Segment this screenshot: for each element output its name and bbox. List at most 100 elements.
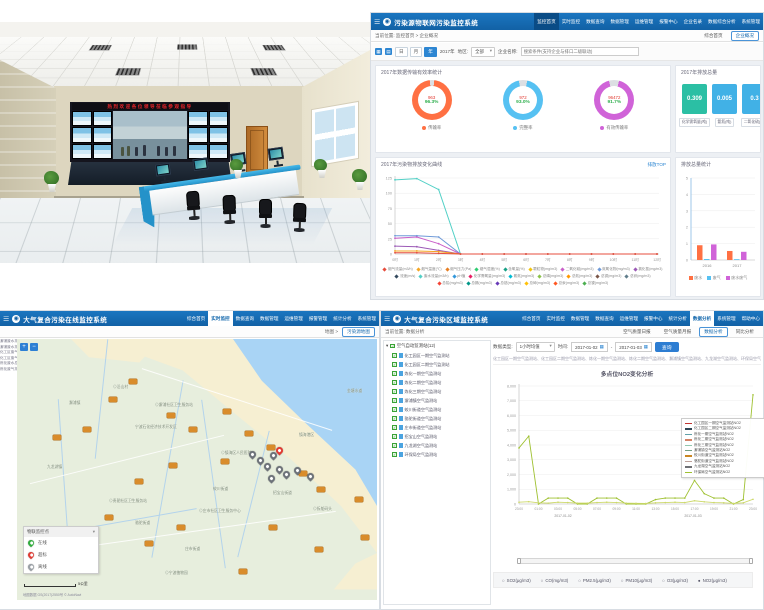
legend-item[interactable]: 废水流量(m3/h) (419, 274, 448, 279)
tree-item[interactable]: ✓九龙湖空气监测站 (384, 441, 490, 450)
tree-item[interactable]: ✓庄市街道空气监测站 (384, 423, 490, 432)
legend-item[interactable]: 二氧化硫(mg/m3) (561, 267, 593, 272)
tree-caret-icon[interactable]: ▾ (386, 343, 388, 349)
hamburger-icon[interactable]: ☰ (371, 18, 383, 26)
menu-item-运维管理[interactable]: 运维管理 (617, 311, 641, 326)
legend-item[interactable]: pH值 (453, 274, 466, 279)
report-tab-同比分析[interactable]: 同比分析 (731, 327, 759, 337)
legend-item[interactable]: 总汞(mg/m3) (554, 281, 579, 286)
radio-SO2(μg/m3)[interactable]: ○SO2(μg/m3) (502, 578, 531, 583)
menu-item-综合首页[interactable]: 综合首页 (519, 311, 543, 326)
menu-item-报警中心[interactable]: 报警中心 (656, 13, 680, 30)
legend-item[interactable]: 烟气温度(℃) (417, 267, 442, 272)
legend-item[interactable]: 废气 (707, 275, 721, 281)
legend-item[interactable]: 总镉(mg/m3) (467, 281, 492, 286)
slider-handle-left[interactable] (517, 558, 521, 564)
year-value[interactable]: 2017年 (440, 49, 455, 55)
layer-item-在线[interactable]: 在线 (24, 537, 98, 549)
period-button-月[interactable]: 月 (410, 47, 423, 57)
checkbox-checked-icon[interactable]: ✓ (392, 452, 397, 457)
radio-circle-icon[interactable]: ○ (578, 578, 581, 583)
legend-station-item[interactable]: 环保局空气监测站NO2 (685, 470, 764, 475)
zoom-out-button[interactable]: − (30, 343, 38, 351)
menu-item-数据分析[interactable]: 数据分析 (690, 311, 714, 326)
calendar-view-icon[interactable]: ▤ (385, 48, 392, 55)
radio-PM10(μg/m3)[interactable]: ○PM10(μg/m3) (621, 578, 652, 583)
calendar-icon[interactable]: ▦ (644, 344, 648, 350)
radio-circle-icon[interactable]: ○ (502, 578, 505, 583)
menu-item-帮助中心[interactable]: 帮助中心 (739, 311, 763, 326)
menu-item-系统管理[interactable]: 系统管理 (355, 311, 379, 326)
menu-item-报警管理[interactable]: 报警管理 (306, 311, 330, 326)
menu-item-数据管理[interactable]: 数据管理 (607, 13, 631, 30)
collapse-caret-icon[interactable]: ▾ (93, 529, 95, 535)
tree-item[interactable]: ✓炼化一期空气监测站 (384, 369, 490, 378)
legend-item[interactable]: 总磷(mg/m3) (538, 274, 563, 279)
legend-item[interactable]: 含氧量(%) (504, 267, 525, 272)
checkbox-checked-icon[interactable]: ✓ (392, 389, 397, 394)
hamburger-icon[interactable]: ☰ (381, 315, 393, 323)
top-rank-link[interactable]: 排放TOP (647, 162, 666, 168)
menu-item-统计分析[interactable]: 统计分析 (330, 311, 354, 326)
report-tab-空气质量日报[interactable]: 空气质量日报 (618, 327, 656, 337)
menu-item-系统管理[interactable]: 系统管理 (739, 13, 763, 30)
legend-item[interactable]: 总镍(mg/m3) (583, 281, 608, 286)
menu-item-数据管理[interactable]: 数据管理 (257, 311, 281, 326)
checkbox-checked-icon[interactable]: ✓ (390, 344, 395, 349)
checkbox-checked-icon[interactable]: ✓ (392, 434, 397, 439)
legend-item[interactable]: 总砷(mg/m3) (525, 281, 550, 286)
tree-item[interactable]: ✓环保局空气监测站 (384, 450, 490, 459)
zoom-in-button[interactable]: + (20, 343, 28, 351)
menu-item-监控首页[interactable]: 监控首页 (534, 13, 558, 30)
report-tab-空气质量月报[interactable]: 空气质量月报 (659, 327, 697, 337)
menu-item-统计分析[interactable]: 统计分析 (665, 311, 689, 326)
legend-item[interactable]: 化学需氧量(mg/m3) (469, 274, 505, 279)
menu-item-综合首页[interactable]: 综合首页 (184, 311, 208, 326)
tree-item[interactable]: ✓化工园区二期空气监测站 (384, 360, 490, 369)
menu-item-实时监控[interactable]: 实时监控 (543, 311, 567, 326)
stat-card-label[interactable]: 二氧化硫(吨) (741, 118, 761, 127)
grid-view-icon[interactable]: ▦ (375, 48, 382, 55)
legend-item[interactable]: 总锌(mg/m3) (625, 274, 650, 279)
tree-item[interactable]: ✓蛟川街道空气监测站 (384, 405, 490, 414)
tree-item[interactable]: ✓招宝山空气监测站 (384, 432, 490, 441)
period-button-日[interactable]: 日 (395, 47, 408, 57)
menu-item-实时监控[interactable]: 实时监控 (559, 13, 583, 30)
layer-item-离线[interactable]: 离线 (24, 561, 98, 573)
legend-item[interactable]: 总氮(mg/m3) (567, 274, 592, 279)
menu-item-运维管理[interactable]: 运维管理 (632, 13, 656, 30)
menu-item-系统管理[interactable]: 系统管理 (714, 311, 738, 326)
checkbox-checked-icon[interactable]: ✓ (392, 353, 397, 358)
checkbox-checked-icon[interactable]: ✓ (392, 407, 397, 412)
legend-item[interactable]: 总铅(mg/m3) (438, 281, 463, 286)
hamburger-icon[interactable]: ☰ (0, 315, 12, 323)
legend-item[interactable]: 氨氮(mg/m3) (509, 274, 534, 279)
legend-item[interactable]: 烟气压力(Pa) (446, 267, 472, 272)
stat-card-label[interactable]: 化学需氧量(吨) (679, 118, 710, 127)
stat-card-label[interactable]: 氨氮(吨) (715, 118, 735, 127)
checkbox-checked-icon[interactable]: ✓ (392, 371, 397, 376)
region-select[interactable]: 全部 (471, 47, 495, 57)
menu-item-数据查询[interactable]: 数据查询 (583, 13, 607, 30)
tree-item[interactable]: ✓化工园区一期空气监测站 (384, 351, 490, 360)
menu-item-运维管理[interactable]: 运维管理 (281, 311, 305, 326)
checkbox-checked-icon[interactable]: ✓ (392, 380, 397, 385)
radio-CO(mg/m3)[interactable]: ○CO(mg/m3) (541, 578, 569, 583)
legend-item[interactable]: 总铬(mg/m3) (496, 281, 521, 286)
radio-circle-icon[interactable]: ● (698, 578, 701, 583)
offline-marker-pin[interactable] (248, 450, 258, 460)
offline-marker-pin[interactable] (267, 474, 277, 484)
checkbox-checked-icon[interactable]: ✓ (392, 425, 397, 430)
radio-O3(μg/m3)[interactable]: ○O3(μg/m3) (662, 578, 688, 583)
menu-item-企业名录[interactable]: 企业名录 (681, 13, 705, 30)
legend-item[interactable]: 废水废气 (726, 275, 748, 281)
menu-item-数据查询[interactable]: 数据查询 (233, 311, 257, 326)
tree-item[interactable]: ✓骆驼街道空气监测站 (384, 414, 490, 423)
end-date-input[interactable]: 2017-01-03 ▦ (615, 342, 652, 352)
tree-item[interactable]: ✓炼化三期空气监测站 (384, 387, 490, 396)
radio-PM2.5(μg/m3)[interactable]: ○PM2.5(μg/m3) (578, 578, 611, 583)
radio-NO2(μg/m3)[interactable]: ●NO2(μg/m3) (698, 578, 727, 583)
checkbox-checked-icon[interactable]: ✓ (392, 362, 397, 367)
checkbox-checked-icon[interactable]: ✓ (392, 443, 397, 448)
checkbox-checked-icon[interactable]: ✓ (392, 398, 397, 403)
